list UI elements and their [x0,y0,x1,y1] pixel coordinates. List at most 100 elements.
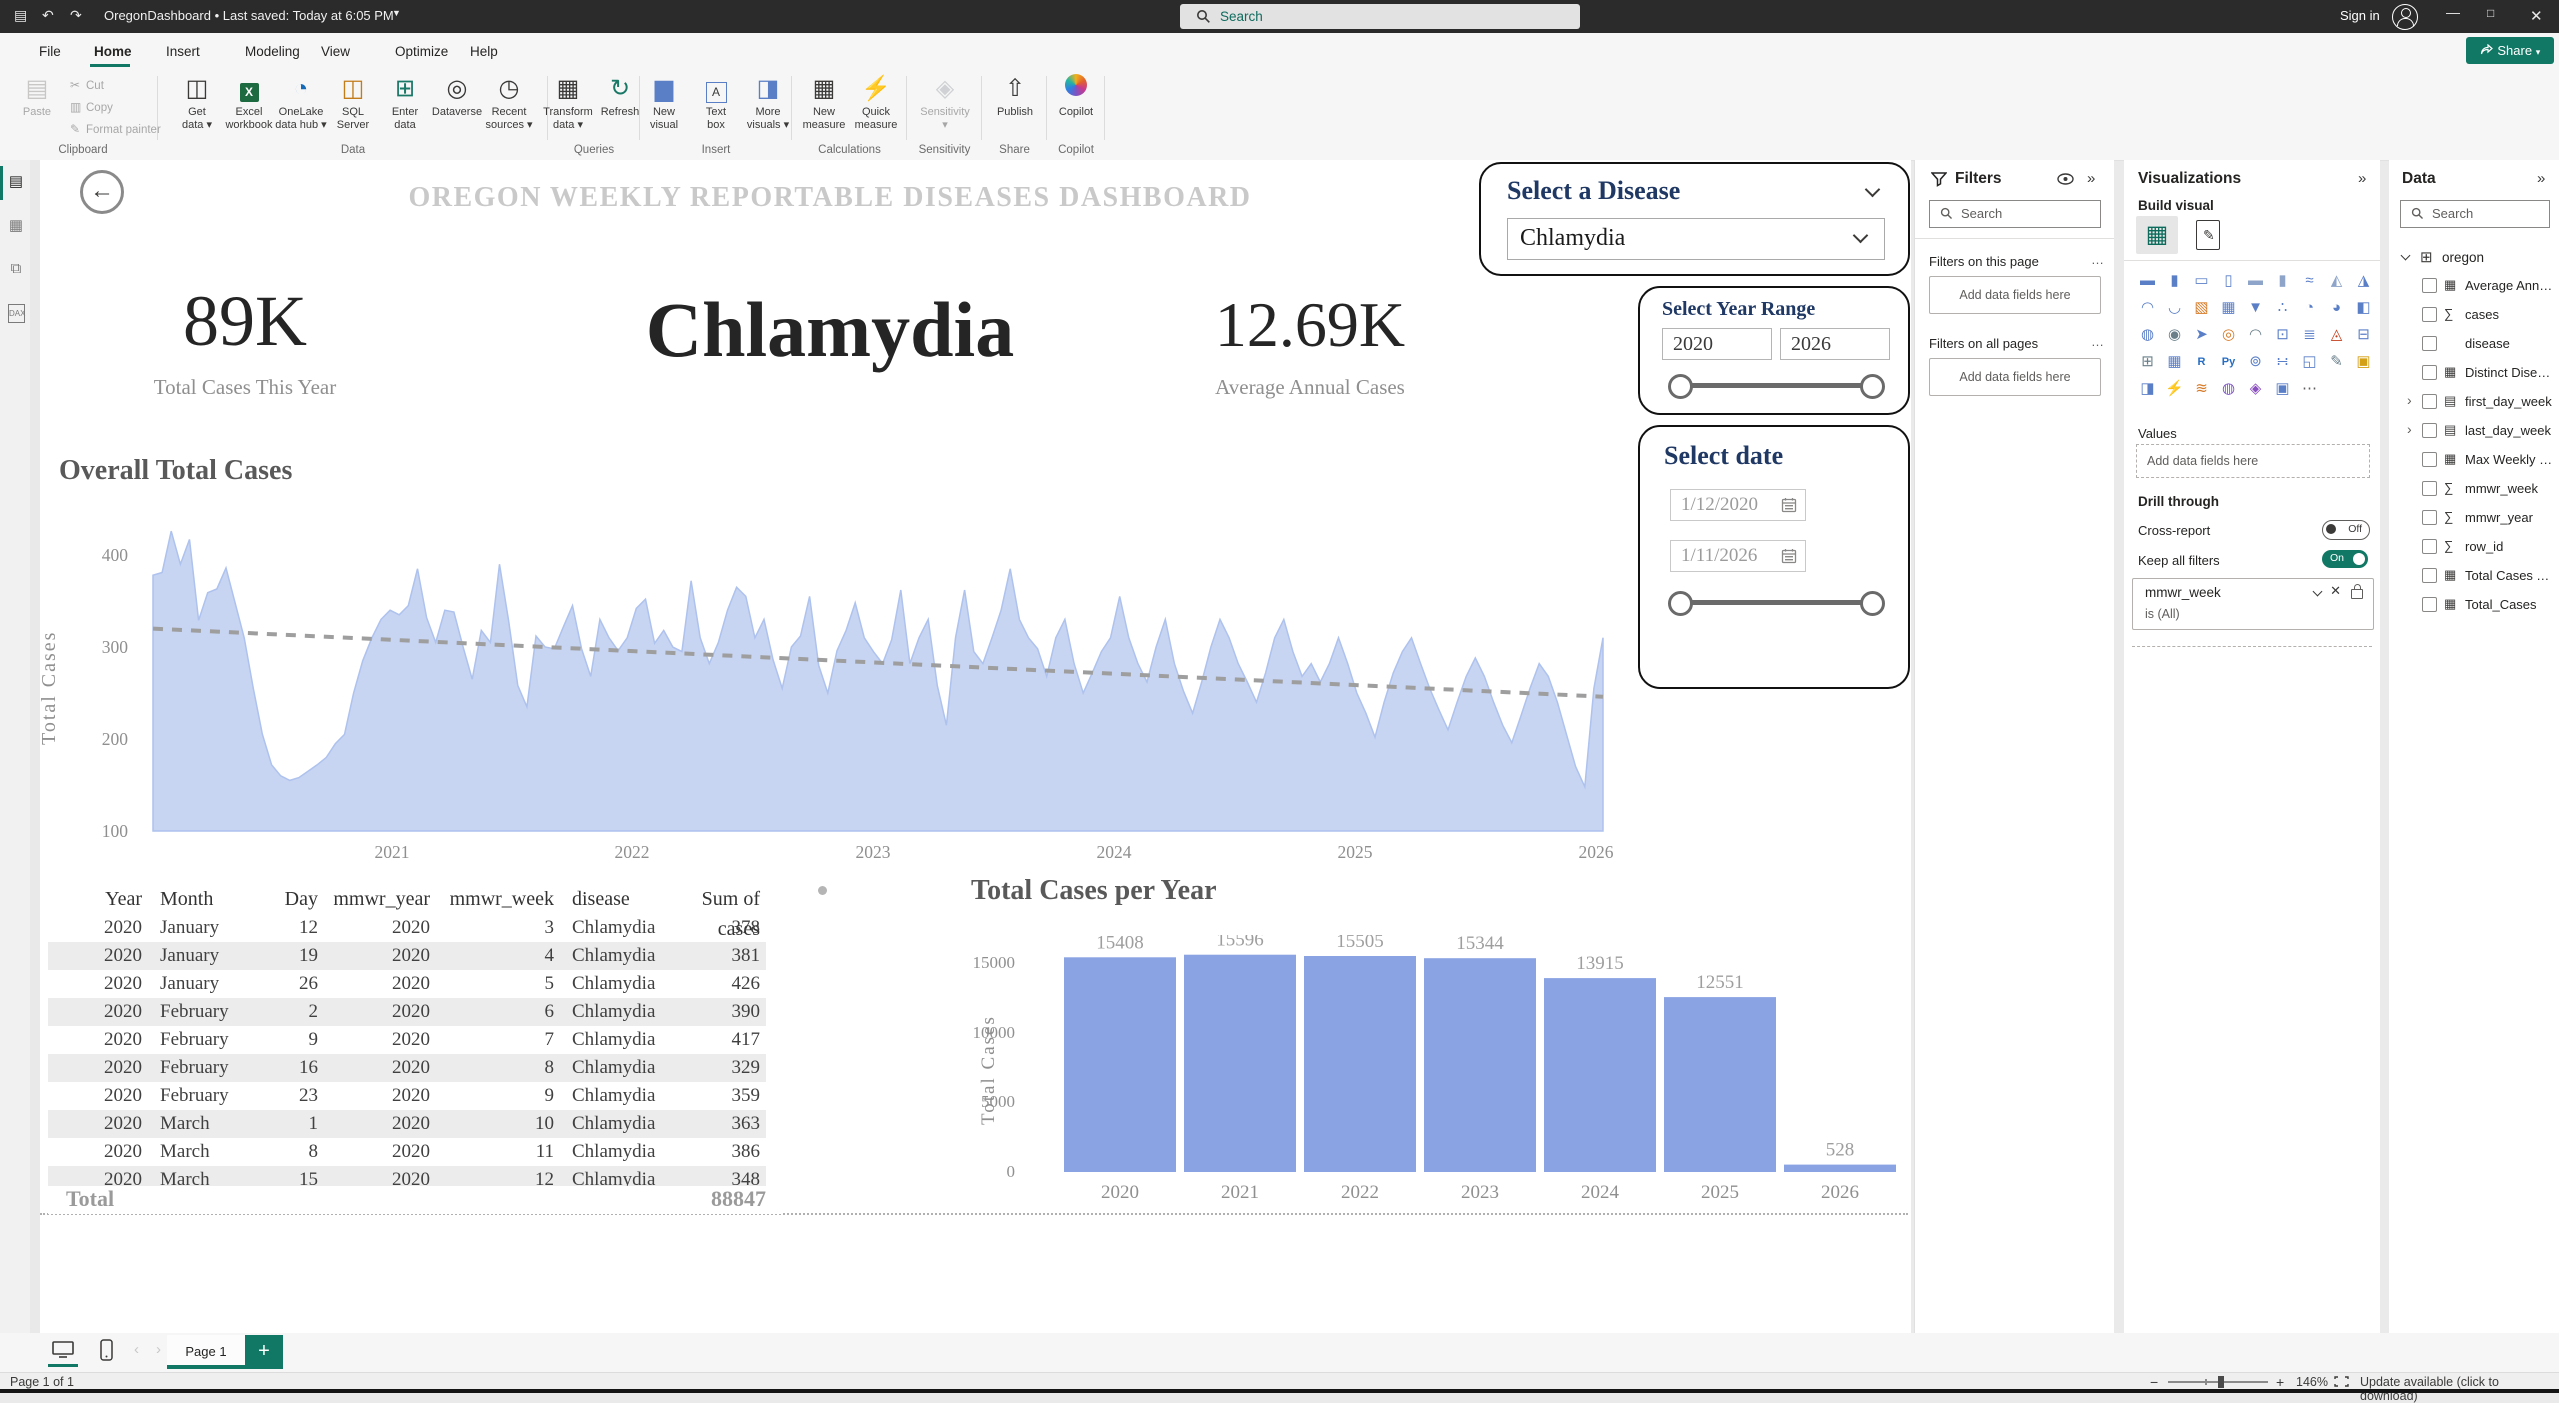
zoom-out-button[interactable]: − [2150,1374,2158,1390]
table-row[interactable]: 2020February220206Chlamydia390 [48,998,766,1026]
100-stacked-bar-chart-icon[interactable]: ▬ [2242,268,2269,294]
data-field-last_day_week[interactable]: last_day_week [2465,423,2551,438]
menu-tab-modeling[interactable]: Modeling [239,33,306,70]
field-checkbox[interactable] [2422,510,2437,525]
data-field-maxweeklyca[interactable]: Max Weekly Ca... [2465,452,2553,467]
publish-button[interactable]: ⇧Publish [989,74,1041,119]
bar-2021[interactable] [1184,955,1296,1172]
date-slider-track[interactable] [1682,600,1868,605]
zoom-level[interactable]: 146% [2296,1375,2328,1389]
eye-icon[interactable] [2057,173,2074,185]
key-influencers-icon[interactable]: ⊚ [2242,349,2269,375]
bar-2024[interactable] [1544,978,1656,1172]
table-row[interactable]: 2020March15202012Chlamydia348 [48,1166,766,1186]
area-chart-icon[interactable]: ◭ [2323,268,2350,294]
year-start-input[interactable]: 2020 [1662,328,1772,360]
field-chevron-icon[interactable] [2313,587,2323,597]
filters-search-input[interactable]: Search [1929,200,2101,228]
r-script-visual-icon[interactable]: R [2188,349,2215,375]
field-checkbox[interactable] [2422,568,2437,583]
page-tab[interactable]: Page 1 [167,1335,245,1369]
onelake-data-hub-button[interactable]: ◔OneLake data hub ▾ [275,74,327,131]
dax-query-view-icon[interactable]: DAX [8,304,25,323]
pie-chart-icon[interactable]: ◔ [2296,295,2323,321]
shape-map-icon[interactable]: ◎ [2215,322,2242,348]
line-chart-icon[interactable]: ≈ [2296,268,2323,294]
clustered-column-chart-icon[interactable]: ▯ [2215,268,2242,294]
excel-workbook-button[interactable]: XExcel workbook [223,74,275,131]
report-view-icon[interactable]: ▤ [6,172,26,192]
bar-2025[interactable] [1664,997,1776,1172]
share-button[interactable]: Share ▾ [2466,37,2554,64]
data-field-cases[interactable]: cases [2465,307,2499,322]
field-checkbox[interactable] [2422,423,2437,438]
table-row[interactable]: 2020January1920204Chlamydia381 [48,942,766,970]
date-slider-handle-end[interactable] [1860,591,1885,616]
new-measure-button[interactable]: ▦New measure [798,74,850,131]
enter-data-button[interactable]: ⊞Enter data [379,74,431,131]
field-checkbox[interactable] [2422,452,2437,467]
date-start-input[interactable]: 1/12/2020 [1670,489,1806,521]
treemap-icon[interactable]: ◧ [2350,295,2377,321]
paginated-report-icon[interactable]: ◨ [2134,376,2161,402]
zoom-in-button[interactable]: + [2276,1374,2284,1390]
map-icon[interactable]: ◍ [2134,322,2161,348]
button-slicer-icon[interactable]: ▣ [2269,376,2296,402]
paste-button[interactable]: ▤Paste [11,74,63,119]
get-data-button[interactable]: ◫Get data ▾ [171,74,223,131]
year-slider-handle-end[interactable] [1860,374,1885,399]
format-visual-tab[interactable]: ✎ [2196,220,2220,250]
date-slider-handle-start[interactable] [1668,591,1693,616]
minimize-button[interactable]: — [2446,4,2460,20]
undo-icon[interactable]: ↶ [42,7,54,24]
mobile-layout-icon[interactable] [100,1339,113,1361]
menu-tab-optimize[interactable]: Optimize [389,33,454,70]
data-collapse-icon[interactable]: » [2537,170,2545,187]
prev-page-arrow-icon[interactable]: ‹ [134,1341,139,1358]
data-table-name[interactable]: oregon [2442,250,2484,265]
card-icon[interactable]: ⊡ [2269,322,2296,348]
arcgis-map-icon[interactable]: ◍ [2215,376,2242,402]
decomposition-tree-icon[interactable]: ∺ [2269,349,2296,375]
sql-server-button[interactable]: ◫SQL Server [327,74,379,131]
sign-in-link[interactable]: Sign in [2340,8,2380,23]
table-view-icon[interactable]: ▦ [6,216,26,236]
filters-all-pages-menu-icon[interactable]: … [2091,334,2105,349]
bar-2020[interactable] [1064,957,1176,1172]
calendar-icon[interactable] [1781,548,1797,564]
text-box-button[interactable]: AText box [690,74,742,131]
table-row[interactable]: 2020February2320209Chlamydia359 [48,1082,766,1110]
cross-report-toggle[interactable]: Off [2322,520,2370,540]
cut-button[interactable]: ✂Cut [70,78,160,98]
more-options-icon[interactable]: ⋯ [2296,376,2323,402]
gauge-icon[interactable]: ◠ [2242,322,2269,348]
field-checkbox[interactable] [2422,481,2437,496]
power-automate-visual-icon[interactable]: ≋ [2188,376,2215,402]
format-painter-button[interactable]: ✎Format painter [70,122,160,142]
filters-all-pages-dropzone[interactable]: Add data fields here [1929,358,2101,396]
sensitivity--button[interactable]: ◈Sensitivity ▾ [919,74,971,131]
table-row[interactable]: 2020January1220203Chlamydia378 [48,914,766,942]
fit-to-page-icon[interactable] [2334,1376,2349,1387]
next-page-arrow-icon[interactable]: › [156,1341,161,1358]
back-button[interactable]: ← [80,170,124,214]
table-scrollbar-thumb[interactable] [818,886,827,895]
data-field-distinctdiseases[interactable]: Distinct Diseases [2465,365,2553,380]
menu-tab-file[interactable]: File [33,33,67,70]
table-row[interactable]: 2020February1620208Chlamydia329 [48,1054,766,1082]
table-row[interactable]: 2020March8202011Chlamydia386 [48,1138,766,1166]
data-field-total_cases[interactable]: Total_Cases [2465,597,2537,612]
pbi-addin-icon[interactable]: ◈ [2242,376,2269,402]
table-row[interactable]: 2020January2620205Chlamydia426 [48,970,766,998]
account-avatar[interactable] [2392,4,2418,30]
bar-2023[interactable] [1424,958,1536,1172]
recent-sources-button[interactable]: ◷Recent sources ▾ [483,74,535,131]
field-checkbox[interactable] [2422,278,2437,293]
quick-measure-button[interactable]: ⚡Quick measure [850,74,902,131]
scatter-chart-icon[interactable]: ∴ [2269,295,2296,321]
drill-field-card[interactable]: mmwr_week ✕ is (All) [2132,578,2374,630]
more-visuals-button[interactable]: ◨More visuals ▾ [742,74,794,131]
azure-map-icon[interactable]: ➤ [2188,322,2215,348]
expand-chevron-icon[interactable]: › [2407,421,2412,437]
transform-data-button[interactable]: ▦Transform data ▾ [542,74,594,131]
